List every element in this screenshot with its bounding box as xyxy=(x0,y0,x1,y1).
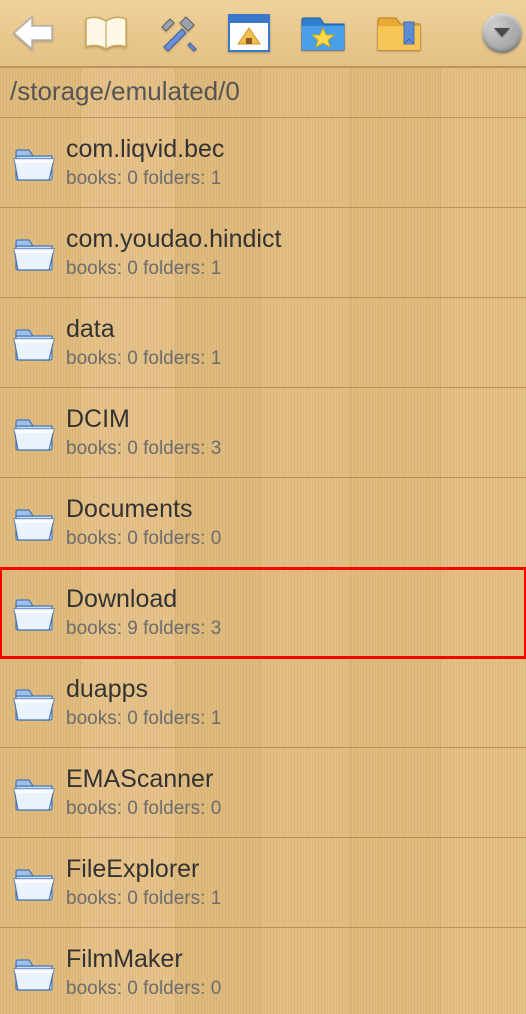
folder-text: FileExplorer books: 0 folders: 1 xyxy=(60,855,221,910)
folder-name: FilmMaker xyxy=(66,945,221,974)
folder-icon xyxy=(8,504,60,542)
folder-text: Documents books: 0 folders: 0 xyxy=(60,495,221,550)
folder-text: com.liqvid.bec books: 0 folders: 1 xyxy=(60,135,224,190)
back-button[interactable] xyxy=(12,10,54,56)
folder-icon xyxy=(8,594,60,632)
star-folder-icon xyxy=(300,14,346,52)
folder-name: com.youdao.hindict xyxy=(66,225,281,254)
tools-button[interactable] xyxy=(158,10,198,56)
folder-text: duapps books: 0 folders: 1 xyxy=(60,675,221,730)
folder-icon xyxy=(8,864,60,902)
back-arrow-icon xyxy=(12,15,54,51)
bookmarks-button[interactable] xyxy=(376,10,422,56)
toolbar xyxy=(0,0,526,68)
menu-button[interactable] xyxy=(482,10,522,56)
folder-row[interactable]: com.youdao.hindict books: 0 folders: 1 xyxy=(0,208,526,298)
folder-meta: books: 0 folders: 0 xyxy=(66,978,221,1000)
folder-text: FilmMaker books: 0 folders: 0 xyxy=(60,945,221,1000)
current-path[interactable]: /storage/emulated/0 xyxy=(0,68,526,118)
folder-icon xyxy=(8,684,60,722)
library-button[interactable] xyxy=(84,10,128,56)
folder-text: com.youdao.hindict books: 0 folders: 1 xyxy=(60,225,281,280)
folder-row[interactable]: Download books: 9 folders: 3 xyxy=(0,568,526,658)
favorites-button[interactable] xyxy=(300,10,346,56)
folder-row[interactable]: FileExplorer books: 0 folders: 1 xyxy=(0,838,526,928)
folder-icon xyxy=(8,234,60,272)
folder-name: Documents xyxy=(66,495,221,524)
folder-text: DCIM books: 0 folders: 3 xyxy=(60,405,221,460)
folder-icon xyxy=(8,954,60,992)
folder-row[interactable]: duapps books: 0 folders: 1 xyxy=(0,658,526,748)
folder-icon xyxy=(8,144,60,182)
folder-meta: books: 0 folders: 0 xyxy=(66,528,221,550)
book-open-icon xyxy=(84,15,128,51)
folder-meta: books: 0 folders: 3 xyxy=(66,438,221,460)
folder-icon xyxy=(8,414,60,452)
folder-row[interactable]: EMAScanner books: 0 folders: 0 xyxy=(0,748,526,838)
folder-meta: books: 0 folders: 1 xyxy=(66,258,281,280)
home-picture-icon xyxy=(228,14,270,52)
folder-name: EMAScanner xyxy=(66,765,221,794)
folder-icon xyxy=(8,774,60,812)
folder-row[interactable]: DCIM books: 0 folders: 3 xyxy=(0,388,526,478)
tools-icon xyxy=(158,13,198,53)
folder-name: FileExplorer xyxy=(66,855,221,884)
home-button[interactable] xyxy=(228,10,270,56)
folder-row[interactable]: Documents books: 0 folders: 0 xyxy=(0,478,526,568)
folder-name: duapps xyxy=(66,675,221,704)
folder-meta: books: 0 folders: 1 xyxy=(66,888,221,910)
dropdown-circle-icon xyxy=(482,13,522,53)
bookmark-folder-icon xyxy=(376,14,422,52)
folder-row[interactable]: FilmMaker books: 0 folders: 0 xyxy=(0,928,526,1014)
folder-meta: books: 9 folders: 3 xyxy=(66,618,221,640)
folder-name: DCIM xyxy=(66,405,221,434)
folder-row[interactable]: data books: 0 folders: 1 xyxy=(0,298,526,388)
folder-name: data xyxy=(66,315,221,344)
folder-meta: books: 0 folders: 1 xyxy=(66,708,221,730)
folder-text: data books: 0 folders: 1 xyxy=(60,315,221,370)
folder-text: EMAScanner books: 0 folders: 0 xyxy=(60,765,221,820)
folder-list: com.liqvid.bec books: 0 folders: 1 com.yo… xyxy=(0,118,526,1014)
folder-row[interactable]: com.liqvid.bec books: 0 folders: 1 xyxy=(0,118,526,208)
folder-name: Download xyxy=(66,585,221,614)
folder-meta: books: 0 folders: 1 xyxy=(66,168,224,190)
folder-meta: books: 0 folders: 1 xyxy=(66,348,221,370)
folder-text: Download books: 9 folders: 3 xyxy=(60,585,221,640)
folder-name: com.liqvid.bec xyxy=(66,135,224,164)
folder-icon xyxy=(8,324,60,362)
folder-meta: books: 0 folders: 0 xyxy=(66,798,221,820)
